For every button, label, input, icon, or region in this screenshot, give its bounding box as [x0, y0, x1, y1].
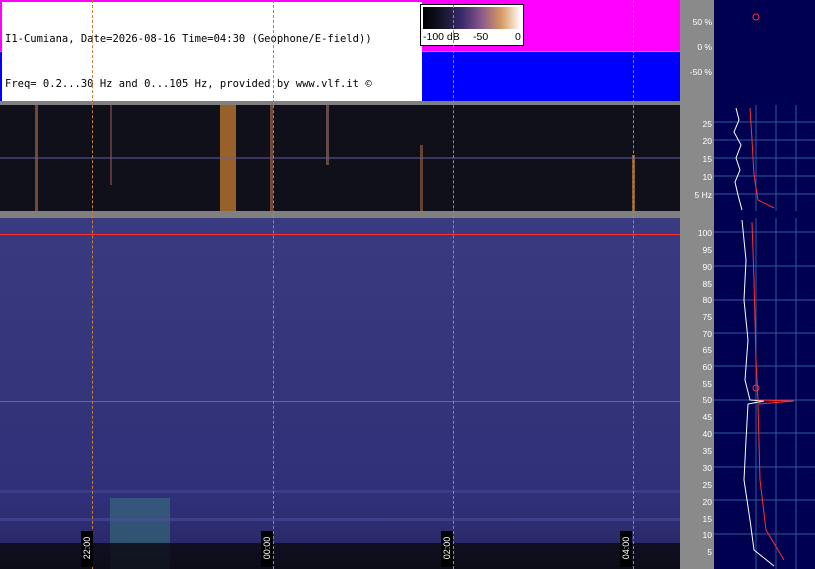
header-line-1: I1-Cumiana, Date=2026-08-16 Time=04:30 (…	[5, 33, 372, 45]
time-gridline	[273, 0, 274, 569]
time-label: 22:00	[81, 531, 93, 567]
waveform-tick: 0 %	[697, 42, 712, 52]
mainspec-tick: 50	[702, 395, 712, 405]
colorbar-mid-label: -50	[473, 31, 489, 43]
mainspec-tick: 90	[702, 262, 712, 272]
lowfreq-tick: 15	[702, 154, 712, 164]
mainspec-tick: 20	[702, 497, 712, 507]
frequency-axis: 50 % 0 % -50 % 25 20 15 10 5 Hz 100 95 9…	[680, 0, 714, 569]
mainspec-tick: 80	[702, 295, 712, 305]
waveform-tick: -50 %	[689, 67, 712, 77]
mainspec-tick: 100	[697, 228, 712, 238]
time-gridline	[633, 0, 634, 569]
colorbar-max-label: 0	[515, 31, 521, 43]
main-spectrogram-features	[0, 490, 680, 569]
colorbar-min-label: -100 dB	[423, 31, 460, 43]
time-label: 00:00	[261, 531, 273, 567]
spectrum-profile-plot	[714, 13, 815, 569]
vlf-monitor-screen: { "header": { "line1": "I1-Cumiana, Date…	[0, 0, 815, 569]
colorbar-legend: -100 dB -50 0	[420, 4, 524, 46]
mainspec-tick: 40	[702, 429, 712, 439]
low-frequency-streaks	[0, 105, 680, 211]
panel-separator	[0, 211, 680, 218]
colorbar-gradient	[423, 7, 521, 29]
mainspec-tick: 30	[702, 463, 712, 473]
mainspec-tick: 5	[707, 547, 712, 557]
time-gridline	[453, 0, 454, 569]
lowfreq-tick: 10	[702, 172, 712, 182]
mainspec-tick: 15	[702, 514, 712, 524]
lowfreq-tick: 5 Hz	[694, 190, 712, 200]
mainspec-tick: 60	[702, 362, 712, 372]
mainspec-tick: 35	[702, 446, 712, 456]
time-gridline	[92, 0, 93, 569]
waveform-tick: 50 %	[692, 17, 712, 27]
mainspec-tick: 45	[702, 412, 712, 422]
mainspec-tick: 65	[702, 345, 712, 355]
lowfreq-tick: 20	[702, 136, 712, 146]
main-spectrogram	[0, 218, 680, 569]
time-label: 04:00	[620, 531, 632, 567]
mainspec-tick: 75	[702, 312, 712, 322]
header-line-2: Freq= 0.2...30 Hz and 0...105 Hz, provid…	[5, 78, 372, 90]
mainspec-tick: 55	[702, 379, 712, 389]
low-frequency-spectrogram	[0, 105, 680, 211]
mainspec-tick: 95	[702, 245, 712, 255]
time-label: 02:00	[441, 531, 453, 567]
spectrum-profile-panel	[714, 0, 815, 569]
mainspec-tick: 85	[702, 279, 712, 289]
lowfreq-tick: 25	[702, 119, 712, 129]
mainspec-tick: 70	[702, 329, 712, 339]
mainspec-tick: 10	[702, 530, 712, 540]
mainspec-tick: 25	[702, 480, 712, 490]
